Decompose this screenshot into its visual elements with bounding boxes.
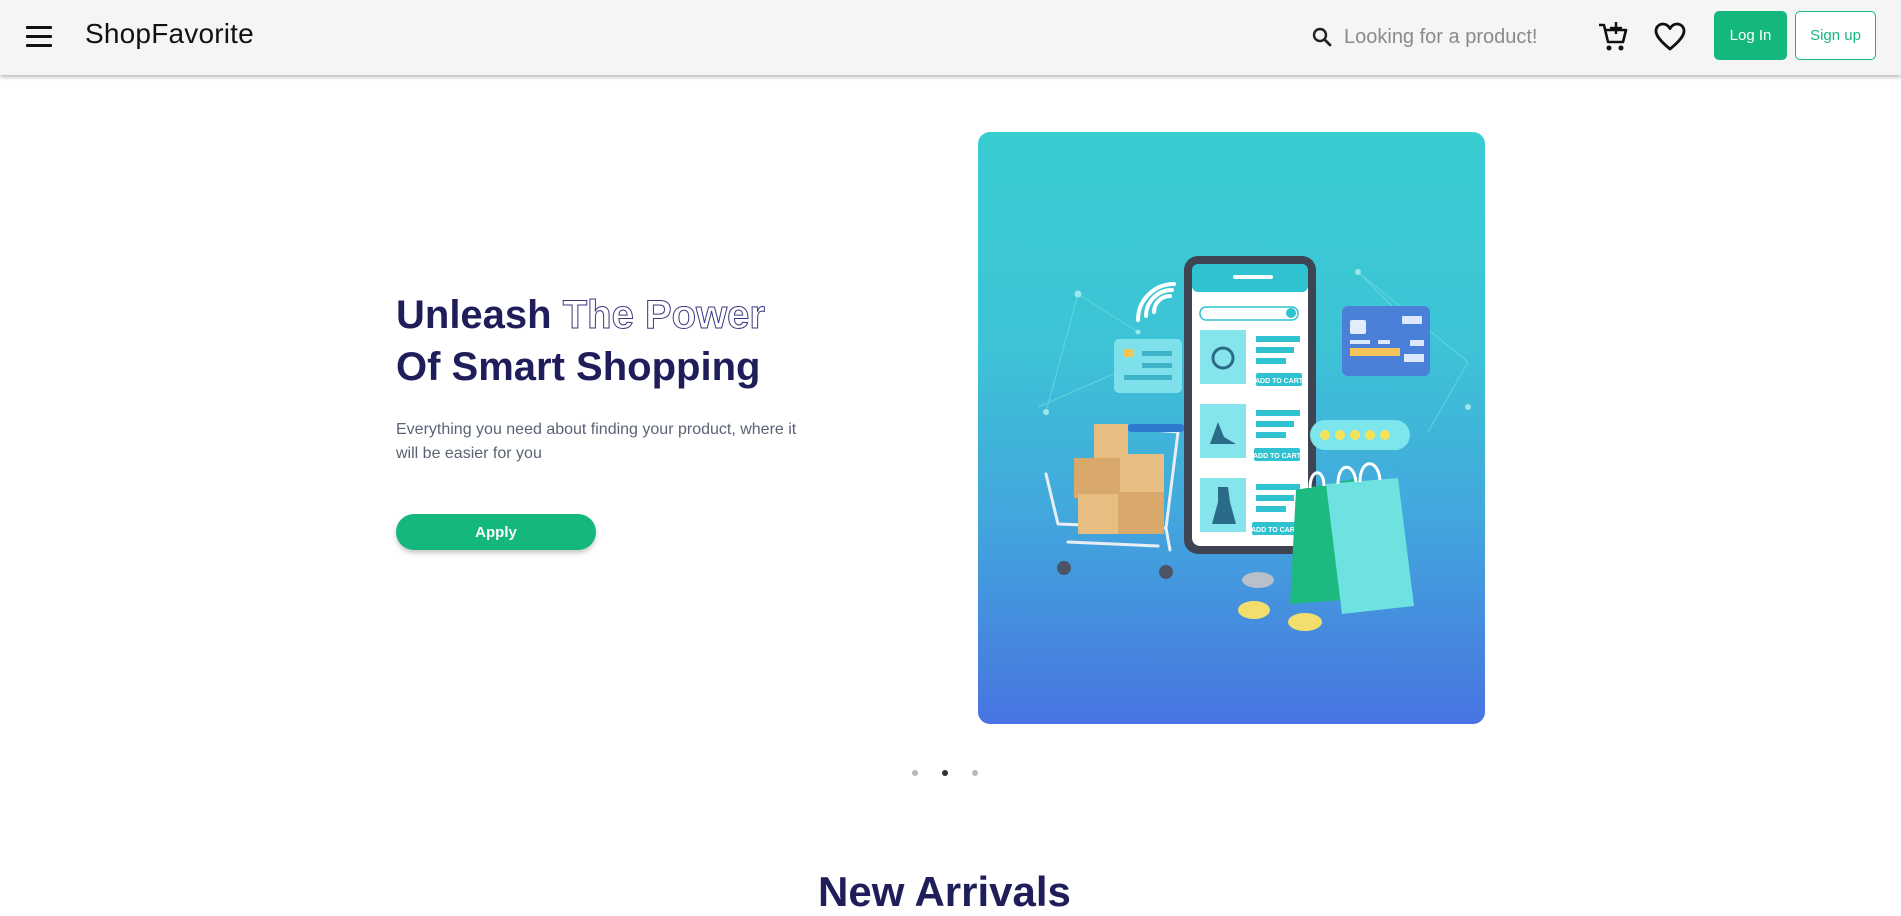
login-button[interactable]: Log In <box>1714 11 1787 60</box>
top-navbar: ShopFavorite Log In Sign up <box>0 0 1901 75</box>
hero-title-outline: The Power <box>562 293 765 338</box>
hero-title: Unleash The Power Of Smart Shopping <box>396 289 765 393</box>
search-icon[interactable] <box>1310 25 1334 49</box>
heart-icon[interactable] <box>1654 22 1686 52</box>
carousel-indicators <box>912 768 984 778</box>
hero-title-part1: Unleash <box>396 293 563 337</box>
carousel-dot-3[interactable] <box>972 770 978 776</box>
cart-icon[interactable] <box>1597 20 1629 54</box>
hamburger-menu-icon[interactable] <box>22 20 56 54</box>
hero-description: Everything you need about finding your p… <box>396 421 797 462</box>
carousel-dot-1[interactable] <box>912 770 918 776</box>
section-title: New Arrivals <box>818 868 1071 915</box>
search-input[interactable] <box>1344 22 1554 52</box>
carousel-dot-2[interactable] <box>942 770 948 776</box>
svg-text:ADD TO CART: ADD TO CART <box>1255 378 1304 385</box>
hero-illustration: ADD TO CART ADD TO CART ADD TO CART <box>978 132 1485 724</box>
apply-button[interactable]: Apply <box>396 514 596 550</box>
shopping-illustration: ADD TO CART ADD TO CART ADD TO CART <box>1037 256 1471 631</box>
svg-text:ADD TO CART: ADD TO CART <box>1253 453 1302 460</box>
signup-button[interactable]: Sign up <box>1795 11 1876 60</box>
brand-logo[interactable]: ShopFavorite <box>85 18 254 50</box>
hero-title-line2: Of Smart Shopping <box>396 345 761 389</box>
search-bar <box>1296 14 1566 60</box>
svg-text:ADD TO CART: ADD TO CART <box>1251 527 1300 534</box>
